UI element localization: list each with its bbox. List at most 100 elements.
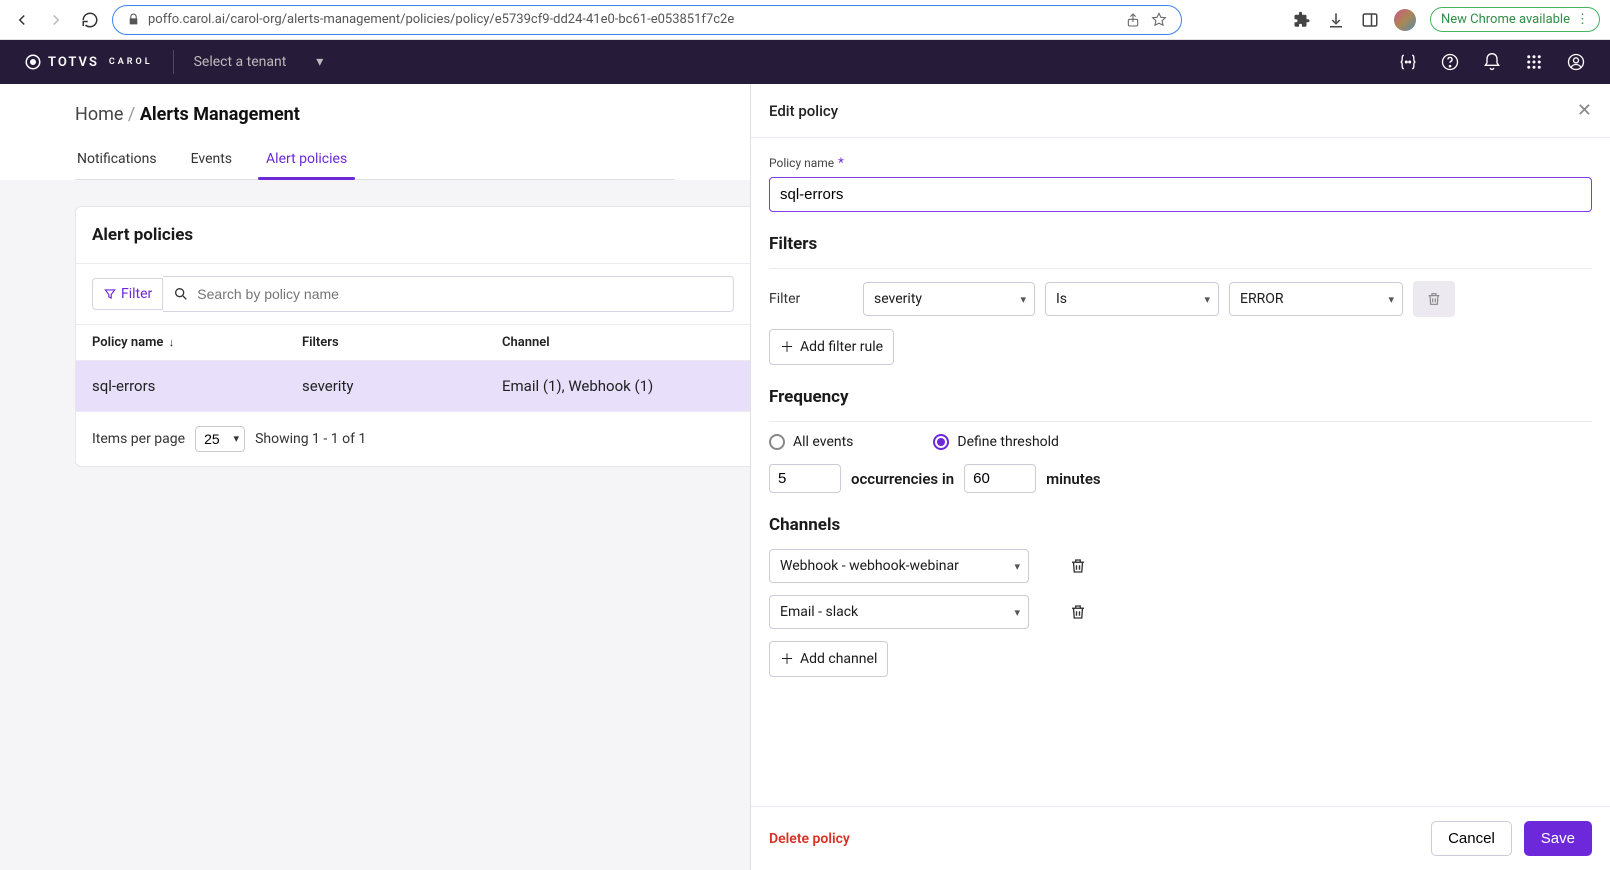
panel-title: Edit policy (769, 102, 838, 120)
minutes-label: minutes (1046, 470, 1101, 488)
col-channel[interactable]: Channel (502, 335, 734, 350)
table-header: Policy name ↓ Filters Channel (76, 325, 750, 361)
tenant-selector[interactable]: Select a tenant ▾ (194, 54, 324, 70)
filter-field-select[interactable]: severity▾ (863, 282, 1035, 316)
cell-channel: Email (1), Webhook (1) (502, 377, 734, 395)
lock-icon (127, 13, 140, 26)
caret-down-icon: ▾ (316, 54, 323, 70)
divider (769, 421, 1592, 422)
address-bar[interactable]: poffo.carol.ai/carol-org/alerts-manageme… (112, 5, 1182, 35)
pager: Items per page 25 ▾ Showing 1 - 1 of 1 (76, 411, 750, 466)
profile-avatar[interactable] (1394, 9, 1416, 31)
divider (769, 268, 1592, 269)
forward-button[interactable] (44, 8, 68, 32)
occurrences-input[interactable] (769, 464, 841, 493)
cell-filters: severity (302, 377, 502, 395)
channel-select-2[interactable]: Email - slack▾ (769, 595, 1029, 629)
trash-icon (1069, 557, 1087, 575)
plus-icon: ＋ (780, 337, 794, 357)
app-bar: TOTVS CAROL Select a tenant ▾ (0, 40, 1610, 84)
tab-alert-policies[interactable]: Alert policies (264, 143, 349, 179)
downloads-icon[interactable] (1326, 10, 1346, 30)
delete-channel-button[interactable] (1069, 603, 1087, 621)
chrome-update-button[interactable]: New Chrome available ⋮ (1430, 7, 1600, 32)
policy-name-label: Policy name* (769, 156, 1592, 171)
save-button[interactable]: Save (1524, 821, 1592, 856)
cell-name: sql-errors (92, 377, 302, 395)
filter-op-select[interactable]: Is▾ (1045, 282, 1219, 316)
radio-label: Define threshold (957, 434, 1059, 450)
star-icon[interactable] (1151, 12, 1167, 28)
share-icon[interactable] (1125, 12, 1141, 28)
tab-events[interactable]: Events (189, 143, 234, 179)
delete-policy-button[interactable]: Delete policy (769, 831, 850, 847)
plus-icon: ＋ (780, 649, 794, 669)
page-size-select[interactable]: 25 (195, 426, 245, 452)
bell-icon[interactable] (1482, 52, 1502, 72)
search-icon (173, 286, 189, 302)
brand-logo[interactable]: TOTVS CAROL (24, 53, 153, 71)
json-icon[interactable] (1398, 52, 1418, 72)
filters-title: Filters (769, 234, 1592, 254)
tabs: Notifications Events Alert policies (75, 143, 675, 180)
delete-channel-button[interactable] (1069, 557, 1087, 575)
filter-value-select[interactable]: ERROR▾ (1229, 282, 1403, 316)
breadcrumb: Home / Alerts Management (75, 104, 675, 125)
tenant-placeholder: Select a tenant (194, 54, 287, 70)
sort-arrow-icon: ↓ (169, 336, 175, 349)
col-filters[interactable]: Filters (302, 335, 502, 350)
occurrences-label: occurrencies in (851, 470, 954, 488)
minutes-input[interactable] (964, 464, 1036, 493)
cancel-button[interactable]: Cancel (1431, 821, 1512, 856)
edit-policy-panel: Edit policy ✕ Policy name* Filters Filte… (750, 84, 1610, 870)
add-filter-label: Add filter rule (800, 339, 883, 355)
freq-threshold-radio[interactable]: Define threshold (933, 434, 1059, 450)
panel-icon[interactable] (1360, 10, 1380, 30)
filter-row-label: Filter (769, 291, 853, 307)
card-title: Alert policies (76, 207, 750, 264)
frequency-title: Frequency (769, 387, 1592, 407)
table-row[interactable]: sql-errors severity Email (1), Webhook (… (76, 361, 750, 411)
back-button[interactable] (10, 8, 34, 32)
add-channel-button[interactable]: ＋ Add channel (769, 641, 888, 677)
reload-button[interactable] (78, 8, 102, 32)
freq-all-events-radio[interactable]: All events (769, 434, 853, 450)
user-icon[interactable] (1566, 52, 1586, 72)
trash-icon (1069, 603, 1087, 621)
apps-grid-icon[interactable] (1524, 52, 1544, 72)
breadcrumb-sep: / (128, 104, 135, 125)
extensions-icon[interactable] (1292, 10, 1312, 30)
channel-row: Email - slack▾ (769, 595, 1592, 629)
search-field[interactable] (163, 276, 734, 312)
breadcrumb-current: Alerts Management (140, 104, 300, 125)
delete-filter-button[interactable] (1413, 281, 1455, 317)
search-input[interactable] (197, 286, 723, 302)
filter-row: Filter severity▾ Is▾ ERROR▾ (769, 281, 1592, 317)
filter-label: Filter (121, 286, 152, 302)
policies-card: Alert policies Filter Policy name ↓ Filt… (75, 206, 750, 467)
help-icon[interactable] (1440, 52, 1460, 72)
brand-text: TOTVS (48, 55, 99, 70)
kebab-icon: ⋮ (1576, 12, 1589, 27)
channel-select-1[interactable]: Webhook - webhook-webinar▾ (769, 549, 1029, 583)
browser-chrome: poffo.carol.ai/carol-org/alerts-manageme… (0, 0, 1610, 40)
policy-name-input[interactable] (769, 177, 1592, 212)
tab-notifications[interactable]: Notifications (75, 143, 159, 179)
trash-icon (1426, 291, 1442, 307)
update-label: New Chrome available (1441, 12, 1570, 27)
url-text: poffo.carol.ai/carol-org/alerts-manageme… (148, 12, 1117, 27)
filter-button[interactable]: Filter (92, 278, 163, 310)
radio-label: All events (793, 434, 853, 450)
main-column: Home / Alerts Management Notifications E… (0, 84, 750, 870)
channel-row: Webhook - webhook-webinar▾ (769, 549, 1592, 583)
brand-separator (173, 50, 174, 74)
pager-showing: Showing 1 - 1 of 1 (255, 431, 366, 447)
channels-title: Channels (769, 515, 1592, 535)
brand-subtext: CAROL (109, 57, 153, 67)
add-channel-label: Add channel (800, 651, 877, 667)
add-filter-button[interactable]: ＋ Add filter rule (769, 329, 894, 365)
pager-label: Items per page (92, 431, 185, 447)
col-policy-name[interactable]: Policy name ↓ (92, 335, 302, 350)
close-button[interactable]: ✕ (1577, 100, 1592, 121)
breadcrumb-home[interactable]: Home (75, 104, 123, 125)
